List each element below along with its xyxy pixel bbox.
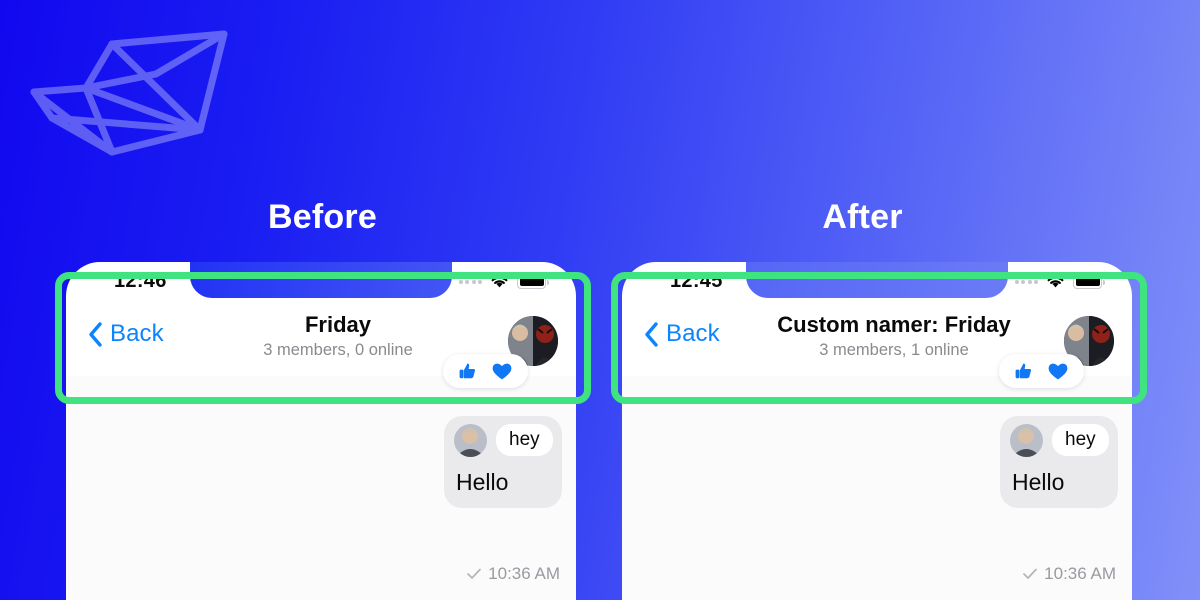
message-bubble[interactable]: hey Hello 10:36 AM (444, 416, 562, 583)
wifi-icon (1047, 276, 1064, 288)
status-indicators (1014, 274, 1105, 289)
preview-text: hey (496, 424, 553, 456)
chat-subtitle: 3 members, 1 online (819, 341, 969, 359)
heart-icon[interactable] (491, 361, 513, 381)
chat-title-group[interactable]: Custom namer: Friday 3 members, 1 online (742, 312, 1046, 360)
back-label: Back (110, 320, 164, 347)
check-icon (467, 568, 482, 579)
thumbs-up-icon[interactable] (1014, 361, 1034, 381)
status-time: 12:46 (114, 270, 167, 292)
chat-subtitle: 3 members, 0 online (263, 341, 413, 359)
status-indicators (458, 274, 549, 289)
cellular-dots-icon (1014, 279, 1038, 284)
status-time: 12:45 (670, 270, 723, 292)
message-bubble[interactable]: hey Hello 10:36 AM (1000, 416, 1118, 583)
preview-text: hey (1052, 424, 1109, 456)
back-button[interactable]: Back (644, 320, 720, 348)
sender-avatar[interactable] (454, 424, 487, 457)
reaction-pill-top[interactable] (999, 354, 1084, 388)
back-label: Back (666, 320, 720, 347)
message-list: hey Hello 10:36 AM LOL (66, 354, 576, 600)
message-meta: 10:36 AM (1023, 564, 1116, 584)
back-button[interactable]: Back (88, 320, 164, 348)
message-list: hey Hello 10:36 AM LOL (622, 354, 1132, 600)
sender-avatar[interactable] (1010, 424, 1043, 457)
chevron-left-icon (89, 321, 102, 347)
message-timestamp: 10:36 AM (1044, 564, 1116, 583)
bubble-top-row: hey (1010, 424, 1109, 457)
status-bar: 12:46 (66, 262, 576, 304)
message-timestamp: 10:36 AM (488, 564, 560, 583)
heart-icon[interactable] (1047, 361, 1069, 381)
bubble-background: hey Hello (1000, 416, 1118, 508)
wifi-icon (491, 276, 508, 288)
message-text: Hello (456, 469, 509, 495)
chat-title: Custom namer: Friday (777, 312, 1011, 337)
status-bar: 12:45 (622, 262, 1132, 304)
phone-screen: 12:45 Back Custom namer: Friday 3 member… (622, 262, 1132, 600)
phone-mockup-before: 12:46 Back Friday 3 members, 0 online he… (66, 262, 576, 600)
bubble-top-row: hey (454, 424, 553, 457)
thumbs-up-icon[interactable] (458, 361, 478, 381)
battery-full-icon (517, 274, 549, 289)
cellular-dots-icon (458, 279, 482, 284)
message-meta: 10:36 AM (467, 564, 560, 584)
phone-mockup-after: 12:45 Back Custom namer: Friday 3 member… (622, 262, 1132, 600)
phone-screen: 12:46 Back Friday 3 members, 0 online he… (66, 262, 576, 600)
caption-before: Before (268, 198, 377, 236)
caption-after: After (822, 198, 903, 236)
bubble-background: hey Hello (444, 416, 562, 508)
message-text: Hello (1012, 469, 1065, 495)
battery-full-icon (1073, 274, 1105, 289)
chevron-left-icon (645, 321, 658, 347)
chat-title: Friday (304, 312, 372, 337)
chat-title-group[interactable]: Friday 3 members, 0 online (186, 312, 490, 360)
paper-boat-logo (30, 30, 228, 156)
reaction-pill-top[interactable] (443, 354, 528, 388)
check-icon (1023, 568, 1038, 579)
